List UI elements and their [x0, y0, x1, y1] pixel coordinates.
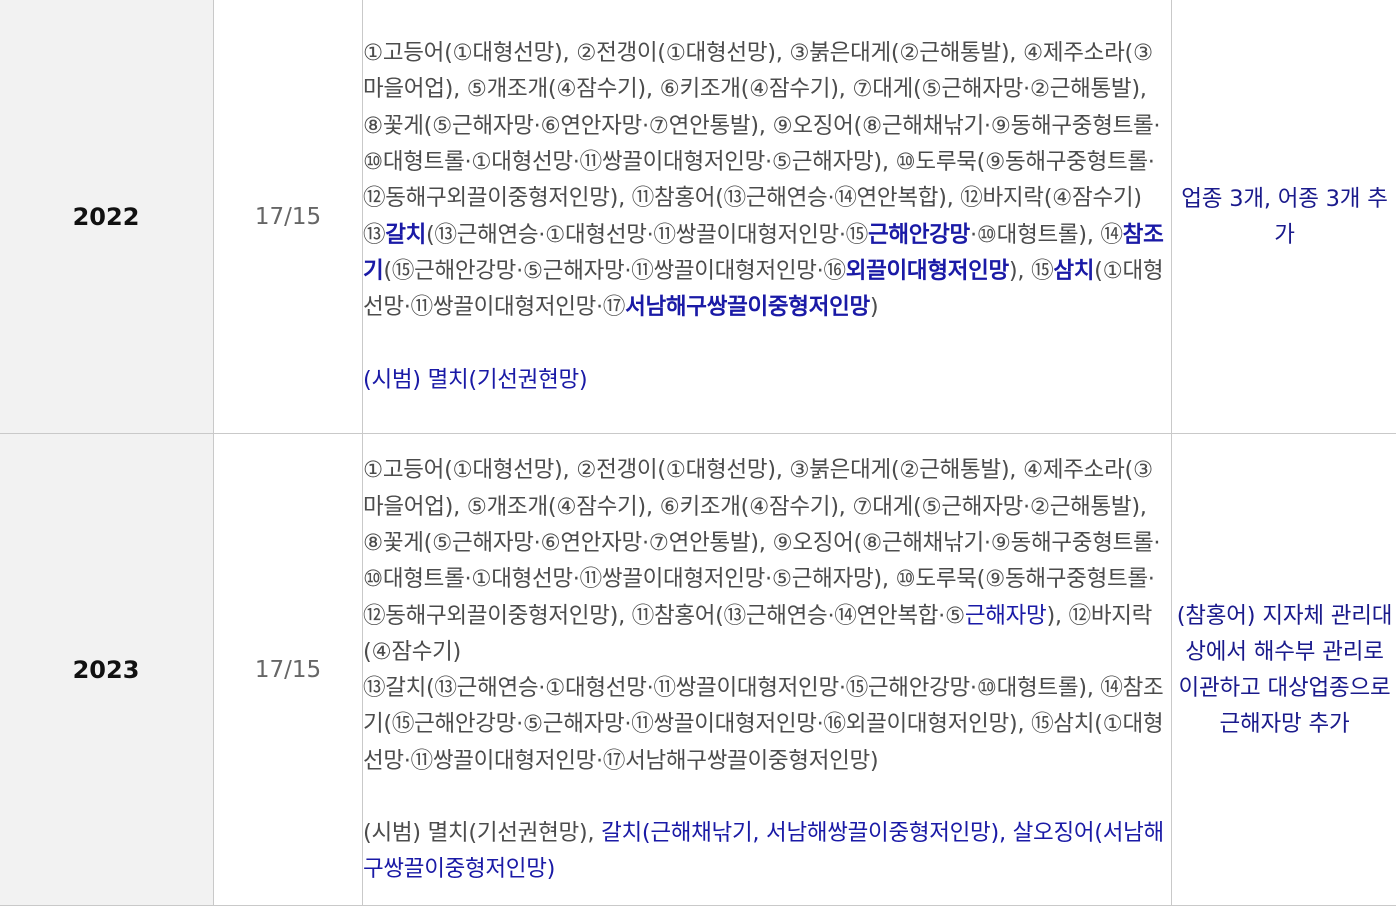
- text-span: ⑬: [363, 222, 385, 248]
- species-list-new: ⑬갈치(⑬근해연승·①대형선망·⑪쌍끌이대형저인망·⑮근해안강망·⑩대형트롤),…: [363, 670, 1171, 779]
- count-cell: 17/15: [214, 0, 363, 434]
- species-list-new: ⑬갈치(⑬근해연승·①대형선망·⑪쌍끌이대형저인망·⑮근해안강망·⑩대형트롤),…: [363, 217, 1171, 326]
- text-span: ⑬갈치(⑬근해연승·①대형선망·⑪쌍끌이대형저인망·⑮근해안강망·⑩대형트롤),…: [363, 675, 1163, 774]
- note-cell: 업종 3개, 어종 3개 추가: [1172, 0, 1396, 434]
- year-cell: 2022: [0, 0, 214, 434]
- highlighted-text: 근해자망: [965, 603, 1047, 629]
- highlighted-text: (시범) 멸치(기선권현망): [363, 367, 587, 393]
- highlighted-text: 갈치: [385, 222, 426, 248]
- year-cell: 2023: [0, 434, 214, 906]
- highlighted-text: 외끌이대형저인망: [846, 258, 1009, 284]
- text-span: ), ⑮: [1009, 258, 1053, 284]
- count-cell: 17/15: [214, 434, 363, 906]
- highlighted-text: 삼치: [1053, 258, 1094, 284]
- trial-line: (시범) 멸치(기선권현망): [363, 362, 1171, 398]
- text-span: ①고등어(①대형선망), ②전갱이(①대형선망), ③붉은대게(②근해통발), …: [363, 40, 1160, 211]
- table-row: 2022 17/15 ①고등어(①대형선망), ②전갱이(①대형선망), ③붉은…: [0, 0, 1396, 434]
- spacer: [363, 779, 1171, 815]
- species-list: ①고등어(①대형선망), ②전갱이(①대형선망), ③붉은대게(②근해통발), …: [363, 452, 1171, 670]
- quota-history-table: 2022 17/15 ①고등어(①대형선망), ②전갱이(①대형선망), ③붉은…: [0, 0, 1396, 906]
- trial-line: (시범) 멸치(기선권현망), 갈치(근해채낚기, 서남해쌍끌이중형저인망), …: [363, 815, 1171, 888]
- species-list: ①고등어(①대형선망), ②전갱이(①대형선망), ③붉은대게(②근해통발), …: [363, 35, 1171, 216]
- content-cell: ①고등어(①대형선망), ②전갱이(①대형선망), ③붉은대게(②근해통발), …: [363, 434, 1172, 906]
- highlighted-text: 서남해구쌍끌이중형저인망: [625, 294, 870, 320]
- highlighted-text: 근해안강망: [868, 222, 970, 248]
- text-span: (⑬근해연승·①대형선망·⑪쌍끌이대형저인망·⑮: [426, 222, 868, 248]
- text-span: ): [870, 294, 878, 320]
- spacer: [363, 326, 1171, 362]
- text-span: (시범) 멸치(기선권현망),: [363, 820, 601, 846]
- text-span: (⑮근해안강망·⑤근해자망·⑪쌍끌이대형저인망·⑯: [383, 258, 845, 284]
- note-cell: (참홍어) 지자체 관리대상에서 해수부 관리로 이관하고 대상업종으로 근해자…: [1172, 434, 1396, 906]
- table-row: 2023 17/15 ①고등어(①대형선망), ②전갱이(①대형선망), ③붉은…: [0, 434, 1396, 906]
- content-cell: ①고등어(①대형선망), ②전갱이(①대형선망), ③붉은대게(②근해통발), …: [363, 0, 1172, 434]
- text-span: ·⑩대형트롤), ⑭: [970, 222, 1123, 248]
